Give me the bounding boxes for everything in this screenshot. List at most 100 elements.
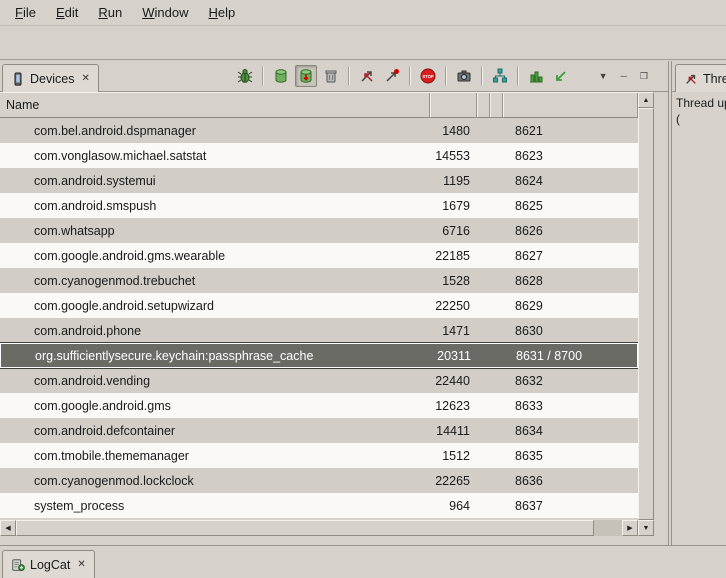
start-method-profiling-glyph (384, 68, 400, 84)
scroll-down-icon[interactable]: ▼ (638, 520, 654, 536)
update-heap-glyph (273, 68, 289, 84)
update-heap-icon[interactable] (270, 65, 292, 87)
table-row[interactable]: com.whatsapp67168626 (0, 218, 638, 243)
close-icon[interactable]: ✕ (79, 73, 89, 84)
devices-tabbar: Devices ✕ (0, 61, 668, 92)
process-port-cell: 8636 (503, 474, 638, 488)
table-row[interactable]: com.cyanogenmod.lockclock222658636 (0, 468, 638, 493)
toolbar-separator (517, 67, 519, 85)
screen-capture-icon[interactable] (453, 65, 475, 87)
menu-edit[interactable]: Edit (47, 2, 87, 23)
dump-hprof-glyph (298, 68, 314, 84)
ddms-window: File Edit Run Window Help Devices ✕ (0, 0, 726, 577)
dump-hprof-icon[interactable] (295, 65, 317, 87)
threads-message-line1: Thread up (676, 95, 722, 111)
scroll-up-icon[interactable]: ▲ (638, 92, 654, 108)
column-header-spacer[interactable] (490, 93, 503, 117)
process-port-cell: 8634 (503, 424, 638, 438)
logcat-tabbar: LogCat ✕ (0, 545, 726, 577)
menu-help[interactable]: Help (199, 2, 244, 23)
tab-logcat[interactable]: LogCat ✕ (2, 550, 95, 578)
column-header-pid[interactable] (430, 93, 477, 117)
process-port-cell: 8628 (503, 274, 638, 288)
vertical-scrollbar-thumb[interactable] (638, 108, 654, 520)
threads-tabbar: Threads (672, 61, 726, 92)
scroll-left-icon[interactable]: ◀ (0, 520, 16, 536)
process-port-cell: 8637 (503, 499, 638, 513)
cause-gc-icon[interactable] (320, 65, 342, 87)
horizontal-scrollbar-track[interactable] (594, 520, 622, 536)
table-row[interactable]: system_process9648637 (0, 493, 638, 518)
tab-devices-label: Devices (30, 72, 74, 86)
table-row[interactable]: com.cyanogenmod.trebuchet15288628 (0, 268, 638, 293)
stop-process-glyph: STOP (420, 68, 436, 84)
tab-threads-label: Threads (703, 72, 726, 86)
table-row[interactable]: com.android.systemui11958624 (0, 168, 638, 193)
process-name-cell: com.cyanogenmod.trebuchet (0, 274, 430, 288)
table-header: Name (0, 92, 638, 118)
horizontal-scrollbar-thumb[interactable] (16, 520, 594, 536)
tab-threads[interactable]: Threads (675, 64, 726, 92)
close-icon[interactable]: ✕ (75, 559, 85, 570)
main-toolbar (0, 26, 726, 60)
debug-process-glyph (237, 68, 253, 84)
process-pid-cell: 12623 (430, 399, 477, 413)
column-chart-glyph (528, 68, 544, 84)
menu-run[interactable]: Run (89, 2, 131, 23)
cause-gc-glyph (323, 68, 339, 84)
column-header-name[interactable]: Name (0, 93, 430, 117)
tab-devices[interactable]: Devices ✕ (2, 64, 99, 92)
maximize-icon[interactable]: ❒ (640, 69, 648, 83)
horizontal-scrollbar[interactable]: ◀ ▶ (0, 520, 638, 536)
table-row[interactable]: com.android.phone14718630 (0, 318, 638, 343)
devices-view: Devices ✕ (0, 61, 669, 545)
process-name-cell: org.sufficientlysecure.keychain:passphra… (1, 349, 431, 363)
process-port-cell: 8632 (503, 374, 638, 388)
process-name-cell: com.google.android.gms.wearable (0, 249, 430, 263)
toolbar-separator (481, 67, 483, 85)
view-controls: ▼ ─ ❒ (599, 69, 648, 83)
diagonal-arrow-icon[interactable] (550, 65, 572, 87)
table-row[interactable]: com.google.android.setupwizard222508629 (0, 293, 638, 318)
menu-window[interactable]: Window (133, 2, 197, 23)
main-area: Devices ✕ (0, 61, 726, 545)
toolbar-separator (262, 67, 264, 85)
dump-view-hierarchy-glyph (492, 68, 508, 84)
scroll-right-icon[interactable]: ▶ (622, 520, 638, 536)
update-threads-icon[interactable] (356, 65, 378, 87)
vertical-scrollbar[interactable]: ▲ ▼ (638, 92, 654, 536)
process-pid-cell: 1512 (430, 449, 477, 463)
device-icon (11, 72, 25, 86)
view-menu-icon[interactable]: ▼ (599, 69, 608, 83)
process-pid-cell: 1480 (430, 124, 477, 138)
table-row[interactable]: com.android.smspush16798625 (0, 193, 638, 218)
debug-process-icon[interactable] (234, 65, 256, 87)
start-method-profiling-icon[interactable] (381, 65, 403, 87)
column-header-port[interactable] (503, 93, 638, 117)
process-port-cell: 8627 (503, 249, 638, 263)
process-port-cell: 8626 (503, 224, 638, 238)
diagonal-arrow-glyph (553, 68, 569, 84)
column-chart-icon[interactable] (525, 65, 547, 87)
process-port-cell: 8631 / 8700 (504, 349, 637, 363)
table-row[interactable]: com.android.defcontainer144118634 (0, 418, 638, 443)
svg-text:STOP: STOP (422, 74, 434, 79)
table-row[interactable]: com.bel.android.dspmanager14808621 (0, 118, 638, 143)
table-row[interactable]: com.android.vending224408632 (0, 368, 638, 393)
dump-view-hierarchy-icon[interactable] (489, 65, 511, 87)
menu-file[interactable]: File (6, 2, 45, 23)
stop-process-icon[interactable]: STOP (417, 65, 439, 87)
table-row[interactable]: com.vonglasow.michael.satstat145538623 (0, 143, 638, 168)
threads-message-line2: ( (676, 111, 722, 127)
table-row[interactable]: com.google.android.gms.wearable221858627 (0, 243, 638, 268)
column-header-spacer[interactable] (477, 93, 490, 117)
table-row[interactable]: com.tmobile.thememanager15128635 (0, 443, 638, 468)
table-row[interactable]: org.sufficientlysecure.keychain:passphra… (0, 343, 638, 368)
process-name-cell: com.google.android.gms (0, 399, 430, 413)
process-pid-cell: 22265 (430, 474, 477, 488)
table-row[interactable]: com.google.android.gms126238633 (0, 393, 638, 418)
process-name-cell: system_process (0, 499, 430, 513)
process-port-cell: 8625 (503, 199, 638, 213)
process-name-cell: com.android.smspush (0, 199, 430, 213)
minimize-icon[interactable]: ─ (621, 69, 627, 83)
